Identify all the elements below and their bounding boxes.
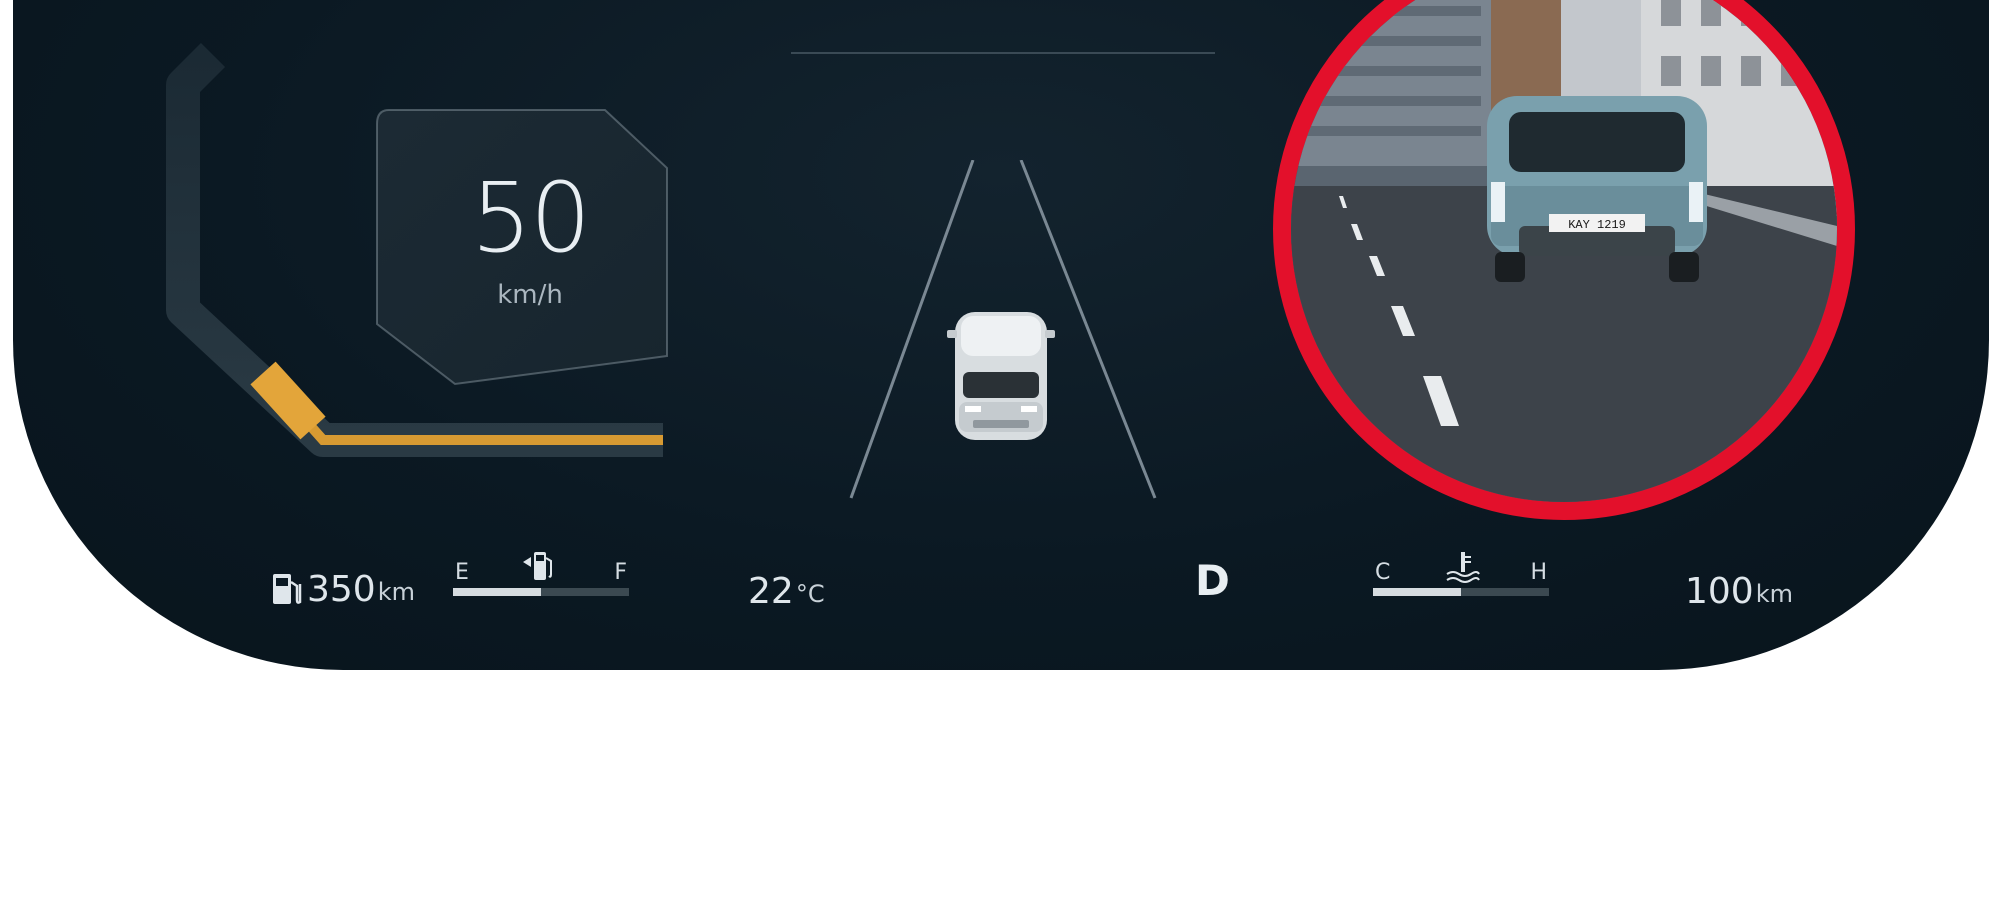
trip-distance-value: 100 <box>1685 571 1754 612</box>
coolant-bar-fill <box>1373 588 1461 596</box>
outside-temp-unit: °C <box>795 579 825 608</box>
camera-view: KAY 1219 <box>1273 0 1855 520</box>
horizon-divider <box>791 52 1215 54</box>
trip-distance: 100 km <box>1685 560 1793 610</box>
fuel-high-label: F <box>614 560 627 585</box>
coolant-high-label: H <box>1530 560 1547 585</box>
vehicle-icon <box>947 312 1055 440</box>
range-readout: 350 km <box>271 558 415 608</box>
speed-value: 50 <box>470 162 591 274</box>
outside-temp-value: 22 <box>748 571 794 612</box>
trip-distance-unit: km <box>1755 579 1793 608</box>
fuel-gauge: E F <box>453 550 629 600</box>
fuel-low-label: E <box>455 560 469 585</box>
instrument-cluster: 50 km/h KAY 1219 350 km E F 22 °C D C H … <box>13 0 1989 670</box>
fuel-bar-fill <box>453 588 541 596</box>
range-unit: km <box>377 577 415 606</box>
license-plate: KAY 1219 <box>1568 218 1626 232</box>
coolant-gauge: C H <box>1373 550 1549 600</box>
range-value: 350 <box>307 569 376 610</box>
outside-temperature: 22 °C <box>748 560 825 610</box>
speed-unit: km/h <box>497 280 563 310</box>
coolant-temperature-icon <box>1446 552 1480 583</box>
coolant-low-label: C <box>1375 560 1391 585</box>
fuel-pump-icon <box>523 552 552 580</box>
gear-indicator: D <box>1195 556 1230 605</box>
fuel-pump-icon <box>273 574 302 604</box>
